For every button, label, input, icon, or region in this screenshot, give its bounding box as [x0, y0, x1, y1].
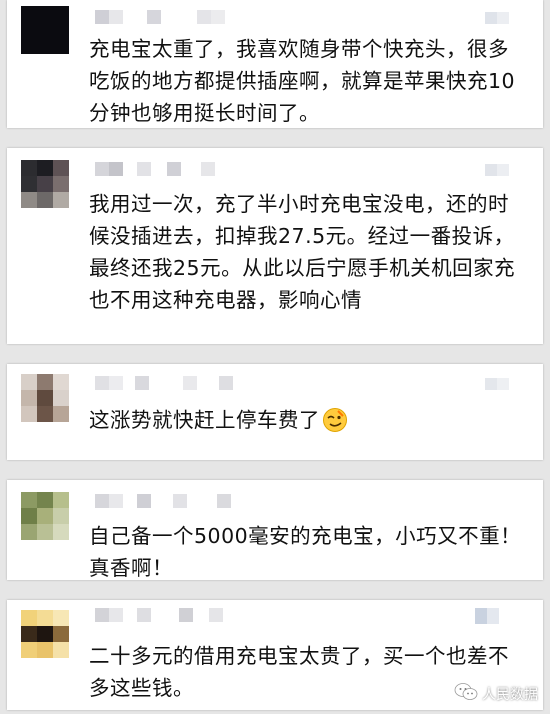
timestamp-mosaic — [485, 164, 509, 176]
avatar — [21, 492, 69, 540]
watermark-label: 人民数据 — [482, 687, 538, 703]
timestamp-mosaic — [485, 378, 509, 390]
avatar — [21, 610, 69, 658]
comment-card: 充电宝太重了，我喜欢随身带个快充头，很多吃饭的地方都提供插座啊，就算是苹果快充1… — [7, 0, 543, 128]
comment-text: 充电宝太重了，我喜欢随身带个快充头，很多吃饭的地方都提供插座啊，就算是苹果快充1… — [89, 37, 516, 125]
comment-card: 这涨势就快赶上停车费了 — [7, 364, 543, 460]
avatar — [21, 160, 69, 208]
username-mosaic — [95, 494, 231, 508]
comment-text-content: 这涨势就快赶上停车费了 — [89, 408, 320, 432]
timestamp-mosaic — [485, 12, 509, 24]
avatar — [21, 6, 69, 54]
comment-text: 自己备一个5000毫安的充电宝，小巧又不重！真香啊！ — [89, 524, 522, 580]
timestamp-mosaic — [475, 608, 499, 624]
watermark: 人民数据 — [454, 682, 538, 706]
comment-text: 我用过一次，充了半小时充电宝没电，还的时候没插进去，扣掉我27.5元。经过一番投… — [89, 192, 516, 312]
username-mosaic — [95, 10, 225, 24]
comment-card: 我用过一次，充了半小时充电宝没电，还的时候没插进去，扣掉我27.5元。经过一番投… — [7, 148, 543, 344]
comment-text: 这涨势就快赶上停车费了 — [89, 404, 525, 442]
face-emoji-icon — [322, 407, 348, 442]
avatar — [21, 374, 69, 422]
username-mosaic — [95, 376, 233, 390]
comment-card: 自己备一个5000毫安的充电宝，小巧又不重！真香啊！ — [7, 480, 543, 580]
wechat-icon — [454, 682, 478, 706]
username-mosaic — [95, 608, 223, 622]
username-mosaic — [95, 162, 215, 176]
